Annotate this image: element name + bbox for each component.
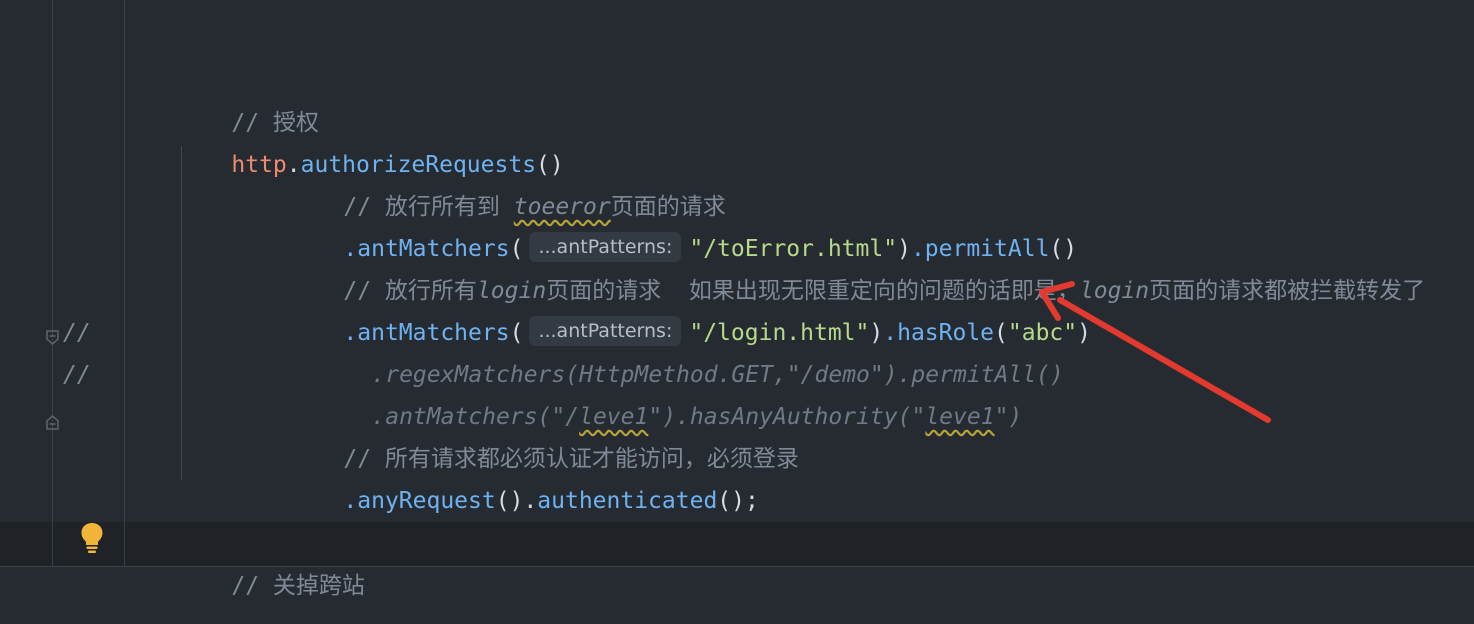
dot: . <box>343 488 358 514</box>
method-any-request: anyRequest <box>357 488 496 514</box>
variable-http: http <box>231 152 287 178</box>
code-line-8[interactable]: .antMatchers("/leve1").hasAnyAuthority("… <box>316 354 1022 430</box>
code-line-1[interactable]: // 授权 <box>176 60 319 136</box>
gutter-divider-right <box>124 0 125 566</box>
gutter-divider <box>52 0 53 566</box>
commented-code: ") <box>994 404 1023 430</box>
fold-open-icon[interactable] <box>46 326 59 346</box>
code-line-10[interactable]: .anyRequest().authenticated(); <box>288 438 758 514</box>
line-comment-marker: // <box>63 362 91 388</box>
typo-word[interactable]: leve1 <box>925 404 994 430</box>
code-line-4[interactable]: .antMatchers(...antPatterns: "/toError.ht… <box>288 186 1077 262</box>
code-editor[interactable]: // 授权 http.authorizeRequests() // 放行所有到 … <box>0 0 1474 624</box>
code-line-7[interactable]: .regexMatchers(HttpMethod.GET,"/demo").p… <box>316 312 1063 388</box>
code-line-11[interactable]: // 关掉跨站 <box>176 523 365 599</box>
comment: // 关掉跨站 <box>231 573 365 599</box>
code-line-9[interactable]: // 所有请求都必须认证才能访问，必须登录 <box>288 396 799 472</box>
comment: 页面的请求都被拦截转发了 <box>1149 278 1426 304</box>
fold-close-icon[interactable] <box>46 410 59 430</box>
code-line-5[interactable]: // 放行所有login页面的请求 如果出现无限重定向的问题的话即是，login… <box>288 228 1425 304</box>
parens: (). <box>495 488 538 514</box>
paren-close: ) <box>1077 320 1091 346</box>
lightbulb-icon[interactable] <box>80 522 104 554</box>
line-comment-marker: // <box>63 320 91 346</box>
code-line-6[interactable]: .antMatchers(...antPatterns: "/login.html… <box>288 270 1091 346</box>
method-authenticated: authenticated <box>537 488 718 514</box>
code-line-3[interactable]: // 放行所有到 toeeror页面的请求 <box>288 144 725 220</box>
statement-end: (); <box>717 488 759 514</box>
code-line-2[interactable]: http.authorizeRequests() <box>176 102 563 178</box>
